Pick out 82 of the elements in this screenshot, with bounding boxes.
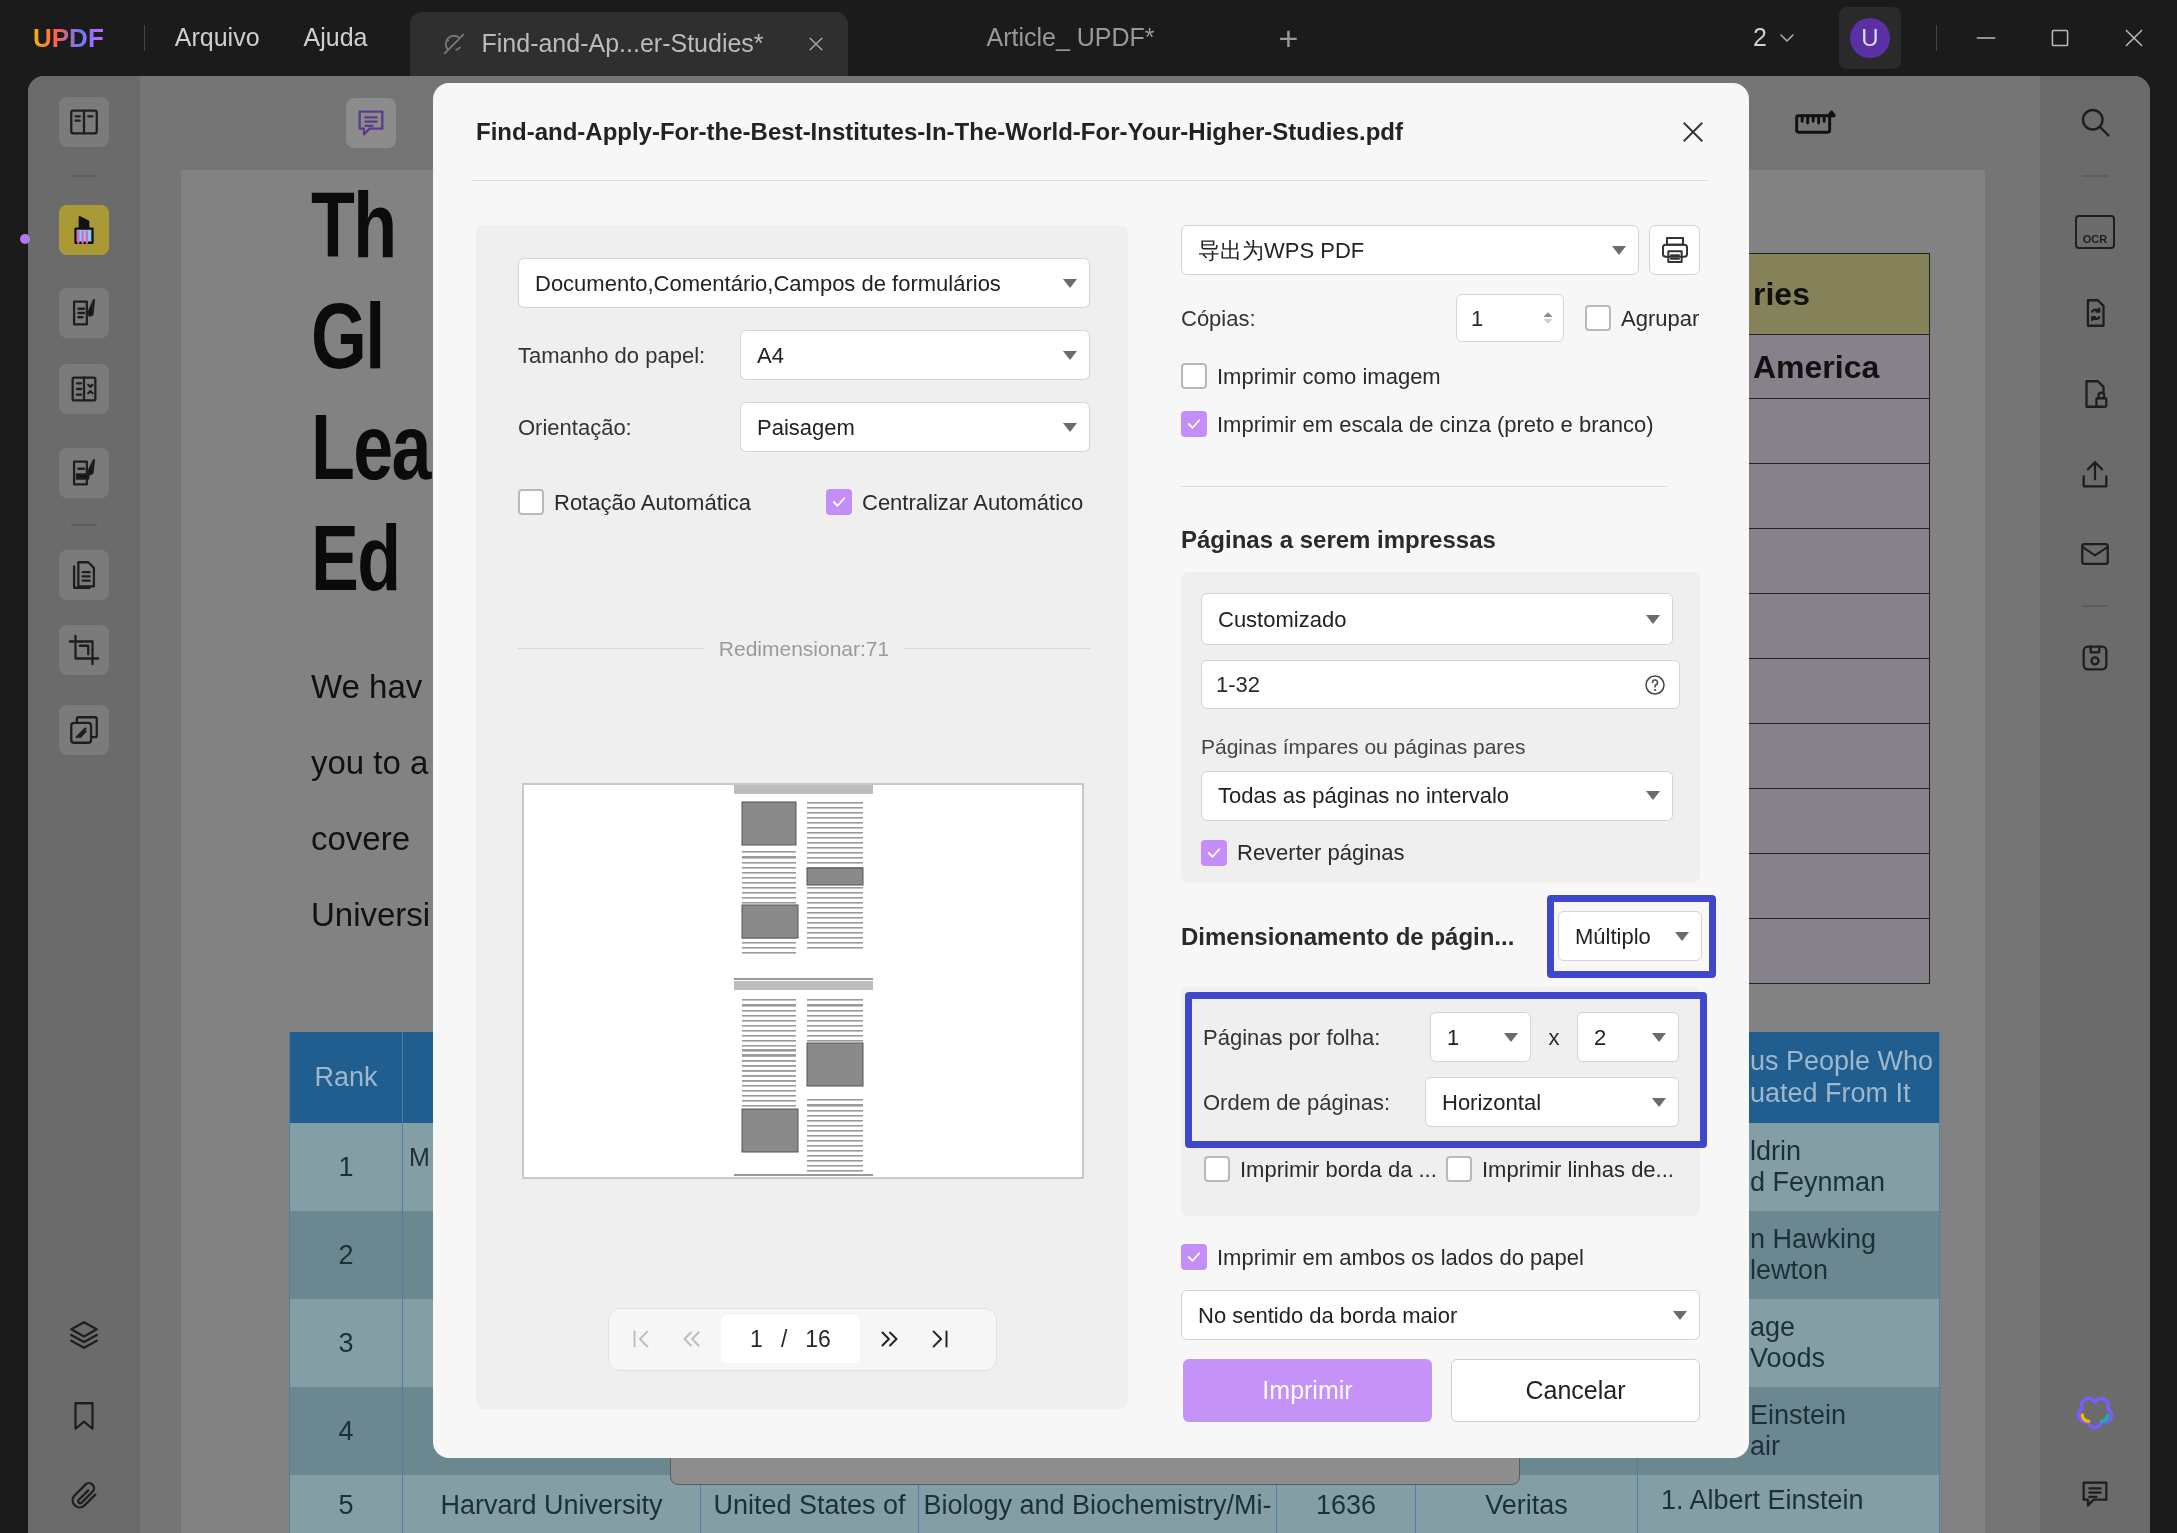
paragraph-line: Universi xyxy=(311,895,432,935)
times-sign: x xyxy=(1547,1023,1561,1052)
document-tab[interactable]: Article_ UPDF* xyxy=(986,19,1155,57)
caret-icon xyxy=(1675,931,1689,941)
caret-icon xyxy=(1504,1032,1518,1042)
menu-item[interactable]: Arquivo xyxy=(174,19,260,57)
tab-label[interactable]: Find-and-Ap...er-Studies* xyxy=(481,25,764,63)
scale-label: Redimensionar:71 xyxy=(718,636,890,662)
checkbox-label[interactable]: Imprimir em escala de cinza (preto e branco) xyxy=(1217,407,1654,441)
checkbox-label[interactable]: Rotação Automática xyxy=(554,485,751,519)
page-number: 1 xyxy=(750,1324,763,1354)
checkbox-label[interactable]: Imprimir borda da ... xyxy=(1240,1152,1437,1186)
document-tab[interactable]: Find-and-Ap...er-Studies* xyxy=(409,12,848,76)
indicator-dot xyxy=(20,234,30,244)
layers-icon xyxy=(67,1318,101,1352)
printer-dropdown[interactable]: 导出为WPS PDF xyxy=(1181,225,1639,275)
checkbox[interactable] xyxy=(1201,839,1227,866)
heading-text: Ed xyxy=(311,506,400,611)
page-range-field[interactable]: 1-32 xyxy=(1201,660,1680,709)
checkbox[interactable] xyxy=(1181,1244,1207,1270)
checkbox-label[interactable]: Imprimir como imagem xyxy=(1217,359,1441,393)
heading-text: Gl xyxy=(311,284,384,389)
tool-button[interactable] xyxy=(59,205,109,255)
dialog-title: Find-and-Apply-For-the-Best-Institutes-In-The-World-For-Your-Higher-Studies.pdf xyxy=(476,116,1403,147)
checkbox[interactable] xyxy=(826,489,852,515)
field-label: Páginas ímpares ou páginas pares xyxy=(1201,734,1527,760)
checkbox[interactable] xyxy=(1204,1156,1230,1182)
caret-icon xyxy=(1652,1097,1666,1107)
field-label: Ordem de páginas: xyxy=(1203,1088,1392,1117)
checkbox[interactable] xyxy=(1181,411,1207,437)
checkbox[interactable] xyxy=(1585,305,1611,331)
page-input[interactable]: 1 / 16 xyxy=(721,1315,860,1363)
dropdown[interactable]: Paisagem xyxy=(740,402,1090,452)
caret-icon xyxy=(1612,245,1626,255)
user-avatar[interactable]: U xyxy=(1850,18,1890,58)
checkbox[interactable] xyxy=(1181,363,1207,389)
page-total: 16 xyxy=(805,1324,831,1354)
dropdown[interactable]: Documento,Comentário,Campos de formulários xyxy=(518,258,1090,308)
section-heading: Dimensionamento de págin... xyxy=(1181,921,1515,952)
overlap-icon xyxy=(67,713,101,747)
table-cell: 1. Albert Einstein xyxy=(1638,1475,1940,1533)
cancel-button[interactable]: Cancelar xyxy=(1451,1359,1700,1422)
field-label: Cópias: xyxy=(1181,304,1257,333)
table-cell: 5 xyxy=(289,1475,403,1533)
crop-icon xyxy=(67,633,101,667)
checkbox-label[interactable]: Imprimir em ambos os lados do papel xyxy=(1217,1240,1584,1274)
caret-icon xyxy=(1646,614,1660,624)
dropdown[interactable]: Todas as páginas no intervalo xyxy=(1201,770,1673,821)
dropdown[interactable]: 2 xyxy=(1577,1012,1679,1062)
caret-icon xyxy=(1063,350,1077,360)
dropdown[interactable]: 1 xyxy=(1430,1012,1531,1062)
dropdown[interactable]: Múltiplo xyxy=(1558,911,1702,961)
dropdown[interactable]: A4 xyxy=(740,330,1090,380)
field-label: Tamanho do papel: xyxy=(518,341,707,370)
checkbox[interactable] xyxy=(518,489,544,515)
paragraph-line: covere xyxy=(311,819,412,859)
menu-item[interactable]: Ajuda xyxy=(303,19,368,57)
field-label: Orientação: xyxy=(518,413,633,442)
new-tab-button[interactable]: + xyxy=(1278,12,1299,64)
paragraph-line: We hav xyxy=(311,667,424,707)
paragraph-line: you to a xyxy=(311,743,430,783)
caret-icon xyxy=(1063,278,1077,288)
heading-text: Th xyxy=(311,173,396,278)
checkbox[interactable] xyxy=(1446,1156,1472,1182)
caret-icon xyxy=(1063,422,1077,432)
page-separator: / xyxy=(780,1324,788,1354)
caret-icon xyxy=(1652,1032,1666,1042)
field-label: Páginas por folha: xyxy=(1203,1023,1382,1052)
heading-text: Lea xyxy=(311,395,430,500)
printer-settings-button[interactable] xyxy=(1649,225,1700,275)
caret-icon xyxy=(1673,1310,1687,1320)
comment-tool-button[interactable] xyxy=(346,98,396,148)
dropdown[interactable]: Horizontal xyxy=(1425,1077,1679,1127)
dropdown[interactable]: No sentido da borda maior xyxy=(1181,1290,1700,1340)
section-heading: Páginas a serem impressas xyxy=(1181,525,1497,555)
caret-icon xyxy=(1646,791,1660,800)
dropdown[interactable]: Customizado xyxy=(1201,593,1673,645)
window-count[interactable]: 2 xyxy=(1753,19,1767,57)
number-field[interactable]: 1 xyxy=(1456,294,1564,342)
checkbox-label[interactable]: Centralizar Automático xyxy=(862,485,1084,519)
checkbox-label[interactable]: Reverter páginas xyxy=(1237,836,1405,869)
help-icon xyxy=(1643,672,1667,697)
